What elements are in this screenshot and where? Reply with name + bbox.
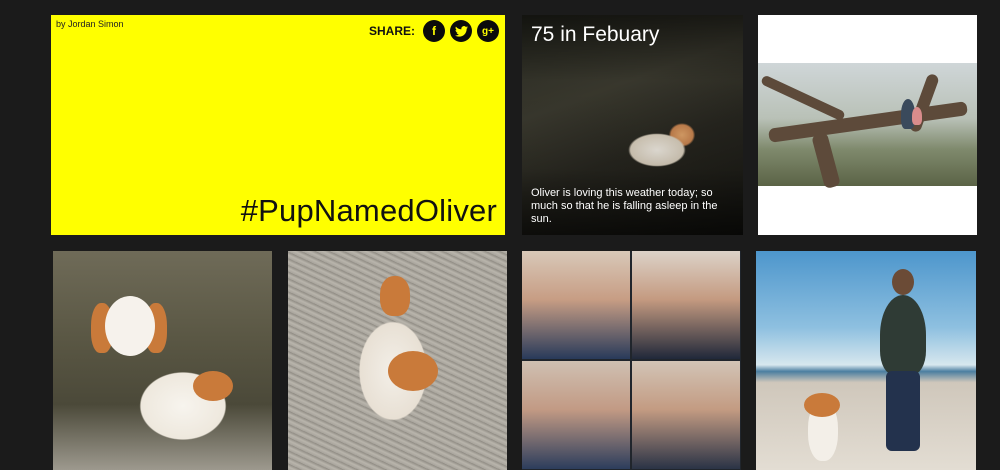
woman-jeans [886, 371, 920, 451]
dog-spot [193, 371, 233, 401]
post-title: 75 in Febuary [531, 23, 660, 46]
collage-cell [522, 251, 630, 359]
tree-branch [767, 101, 969, 143]
dog-head [105, 296, 155, 356]
author-byline: by Jordan Simon [56, 19, 124, 29]
share-label: SHARE: [368, 24, 415, 38]
hashtag-title[interactable]: #PupNamedOliver [241, 193, 497, 229]
woman-head [892, 269, 914, 295]
facebook-icon[interactable]: f [423, 20, 445, 42]
woman-dog-beach-photo[interactable] [756, 251, 976, 470]
collage-cell [632, 251, 740, 359]
share-bar: SHARE: f g+ [369, 20, 499, 42]
tree-branch [760, 74, 846, 122]
collage-cell [632, 361, 740, 469]
post-tile[interactable]: 75 in Febuary Oliver is loving this weat… [522, 15, 743, 235]
dog-spot [388, 351, 438, 391]
post-caption: Oliver is loving this weather today; so … [531, 187, 718, 225]
couple-collage-photo[interactable] [522, 251, 741, 470]
dog-head [380, 276, 410, 316]
collage-cell [522, 361, 630, 469]
hero-tile: by Jordan Simon SHARE: f g+ #PupNamedOli… [51, 15, 505, 235]
dog-head [804, 393, 840, 417]
dog-on-sand-photo[interactable] [288, 251, 507, 470]
child-in-tree [912, 107, 922, 125]
twitter-icon[interactable] [450, 20, 472, 42]
tree-photo-tile[interactable] [758, 15, 977, 235]
dog-on-couch-photo[interactable] [53, 251, 272, 470]
tree-photo [758, 63, 977, 190]
woman-sweater [880, 295, 926, 375]
tree-trunk [811, 131, 841, 190]
google-plus-icon[interactable]: g+ [477, 20, 499, 42]
